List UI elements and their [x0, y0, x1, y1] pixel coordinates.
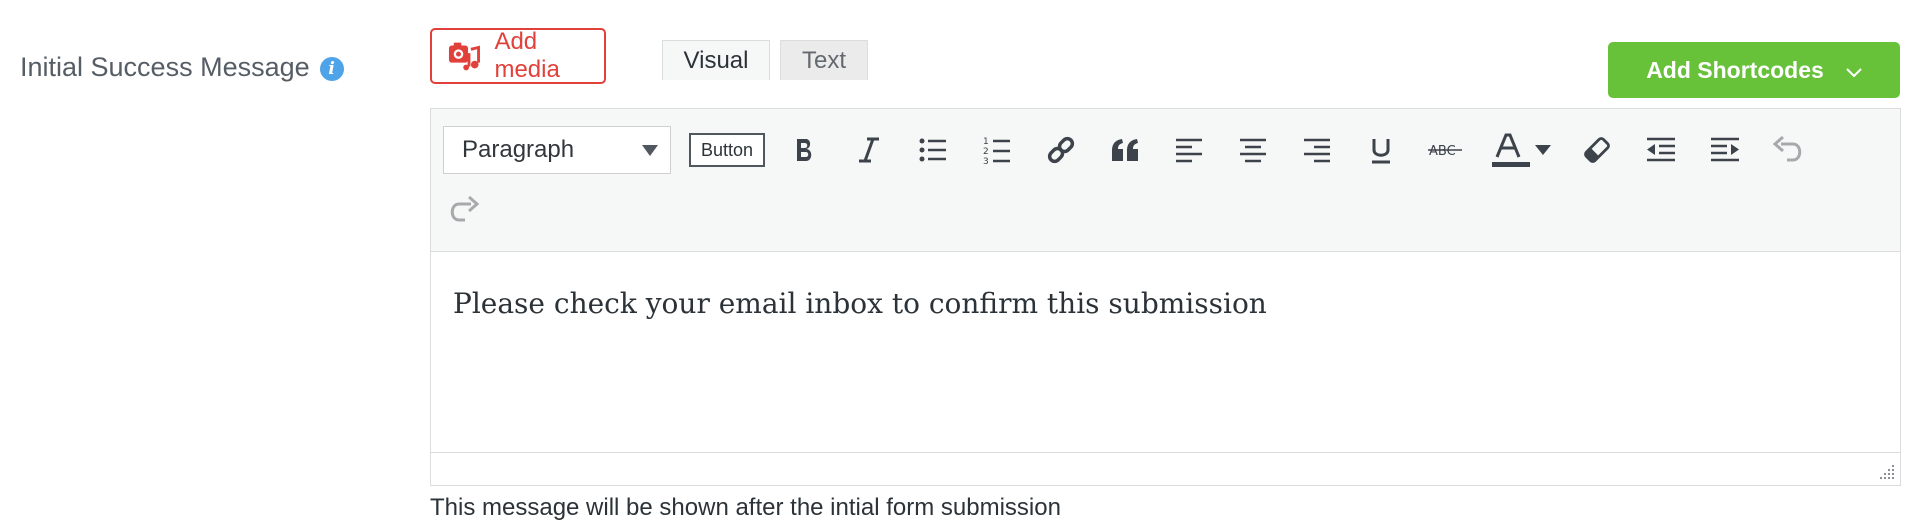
align-center-icon — [1240, 138, 1266, 163]
undo-button[interactable] — [1769, 130, 1809, 170]
svg-text:ABC: ABC — [1429, 144, 1456, 159]
blockquote-button[interactable] — [1105, 130, 1145, 170]
quote-icon — [1112, 139, 1138, 161]
chevron-down-icon — [1846, 57, 1862, 84]
add-media-label: Add media — [494, 28, 560, 83]
align-center-button[interactable] — [1233, 130, 1273, 170]
text-color-dropdown[interactable] — [1531, 130, 1555, 170]
clear-formatting-button[interactable] — [1577, 130, 1617, 170]
underline-icon — [1372, 139, 1390, 164]
add-shortcodes-label: Add Shortcodes — [1646, 56, 1824, 83]
bold-button[interactable] — [785, 130, 825, 170]
strikethrough-button[interactable]: ABC — [1425, 130, 1465, 170]
info-icon[interactable]: i — [319, 57, 344, 81]
link-button[interactable] — [1041, 130, 1081, 170]
insert-button-button[interactable]: Button — [689, 133, 765, 167]
bullet-list-icon — [919, 138, 946, 162]
underline-button[interactable] — [1361, 130, 1401, 170]
redo-icon — [450, 196, 479, 222]
indent-button[interactable] — [1705, 130, 1745, 170]
undo-icon — [1773, 136, 1802, 162]
svg-text:1: 1 — [983, 137, 989, 147]
italic-button[interactable] — [849, 130, 889, 170]
field-label: Initial Success Message i — [20, 52, 344, 83]
select-arrow-icon — [642, 145, 658, 156]
link-icon — [1047, 136, 1075, 164]
outdent-icon — [1647, 137, 1675, 162]
editor-content[interactable]: Please check your email inbox to confirm… — [453, 287, 1267, 320]
svg-text:3: 3 — [983, 157, 989, 165]
rich-text-editor: Paragraph Button 123 ABC Please check yo… — [430, 108, 1901, 486]
numbered-list-button[interactable]: 123 — [977, 130, 1017, 170]
format-select-value: Paragraph — [462, 136, 575, 163]
align-left-icon — [1176, 138, 1202, 163]
editor-toolbar: Paragraph Button 123 ABC — [431, 109, 1900, 252]
redo-button[interactable] — [443, 190, 483, 230]
strikethrough-icon: ABC — [1428, 144, 1462, 159]
align-right-button[interactable] — [1297, 130, 1337, 170]
add-shortcodes-button[interactable]: Add Shortcodes — [1608, 42, 1900, 98]
align-right-icon — [1304, 138, 1330, 163]
media-icon — [448, 42, 480, 71]
bullet-list-button[interactable] — [913, 130, 953, 170]
tab-visual[interactable]: Visual — [662, 40, 770, 80]
field-label-text: Initial Success Message — [20, 52, 310, 82]
svg-text:2: 2 — [983, 147, 989, 157]
format-select[interactable]: Paragraph — [443, 126, 671, 174]
editor-statusbar — [431, 452, 1900, 485]
text-color-button[interactable] — [1491, 130, 1531, 170]
italic-icon — [859, 137, 879, 163]
bold-icon — [797, 139, 812, 161]
caret-down-icon — [1535, 145, 1551, 155]
field-hint: This message will be shown after the int… — [430, 494, 1061, 521]
indent-icon — [1711, 137, 1739, 162]
outdent-button[interactable] — [1641, 130, 1681, 170]
numbered-list-icon: 123 — [983, 137, 1010, 165]
eraser-icon — [1584, 137, 1610, 163]
align-left-button[interactable] — [1169, 130, 1209, 170]
add-media-button[interactable]: Add media — [430, 28, 606, 84]
text-color-icon — [1492, 133, 1530, 167]
resize-handle-icon[interactable] — [1878, 463, 1896, 481]
tab-text[interactable]: Text — [780, 40, 868, 80]
